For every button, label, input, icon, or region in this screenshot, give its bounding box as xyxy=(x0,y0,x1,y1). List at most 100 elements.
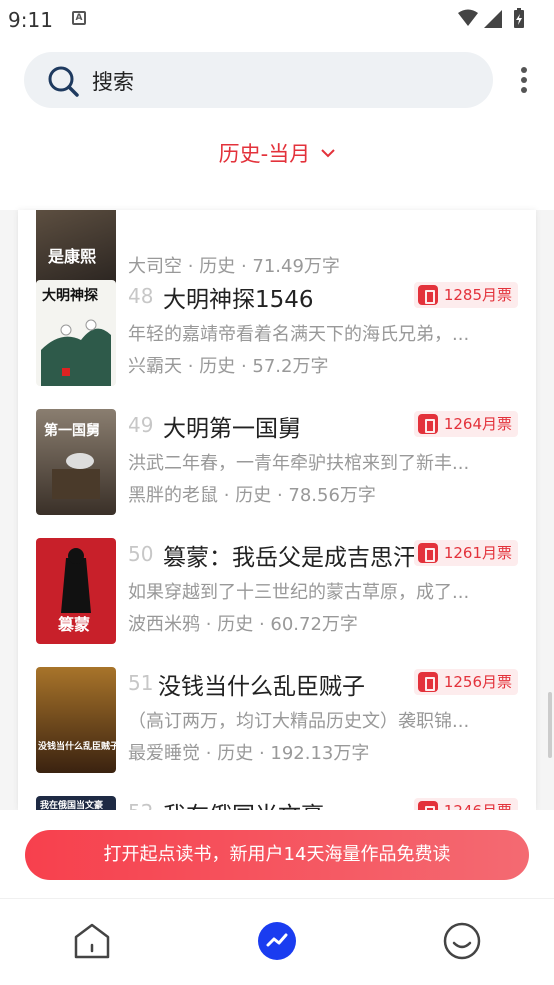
book-title[interactable]: 我在俄国当文豪 xyxy=(163,796,324,810)
bottom-tab-bar xyxy=(0,898,554,985)
votes-label: 1261月票 xyxy=(443,544,512,562)
book-author: 大司空 xyxy=(128,256,182,277)
book-title[interactable]: 篡蒙：我岳父是成吉思汗 xyxy=(163,538,421,572)
meta-separator: · xyxy=(187,256,194,277)
cover-image: 是康熙 xyxy=(47,247,96,266)
book-title[interactable]: 没钱当什么乱臣贼子 xyxy=(158,667,365,701)
meta-separator: · xyxy=(240,356,247,377)
search-row: 搜索 xyxy=(0,52,554,108)
list-item[interactable]: 第一国舅 49 大明第一国舅 1264月票 洪武二年春，一青年牵驴扶棺来到了新丰… xyxy=(18,409,536,525)
cover-image: 大明神探 xyxy=(41,287,111,386)
notification-icon: A xyxy=(72,11,86,25)
status-bar: 9:11 A xyxy=(0,0,554,38)
ticket-icon xyxy=(417,672,438,692)
book-genre: 历史 xyxy=(199,256,236,277)
book-description: 如果穿越到了十三世纪的蒙古草原，成了... xyxy=(128,582,470,603)
book-title[interactable]: 大明第一国舅 xyxy=(163,409,301,443)
home-icon xyxy=(74,923,110,959)
monthly-votes-badge: 1261月票 xyxy=(413,540,518,566)
cover-title: 篡蒙 xyxy=(58,615,90,634)
book-rank: 49 xyxy=(128,413,154,437)
cover-title: 第一国舅 xyxy=(44,422,100,439)
book-description: （高订两万，均订大精品历史文）袭职锦... xyxy=(128,711,470,732)
book-words: 192.13万字 xyxy=(270,743,370,764)
book-ranking-list: 是康熙 大司空 · 历史 · 71.49万字 大明神探 48 大明神探1546 … xyxy=(18,210,536,810)
book-title[interactable]: 大明神探1546 xyxy=(163,280,314,314)
meta-separator: · xyxy=(223,485,230,506)
cover-image: 第一国舅 xyxy=(44,422,100,499)
cover-title: 我在俄国当文豪 xyxy=(40,799,103,810)
cover-image: 篡蒙 xyxy=(58,548,91,634)
book-words: 71.49万字 xyxy=(252,256,340,277)
book-cover: 没钱当什么乱臣贼子 xyxy=(36,667,116,773)
list-item[interactable]: 我在俄国当文豪 52 我在俄国当文豪 1246月票 xyxy=(18,796,536,810)
meta-separator: · xyxy=(240,256,247,277)
book-rank: 51 xyxy=(128,671,154,695)
search-input[interactable]: 搜索 xyxy=(24,52,493,108)
tab-rank[interactable] xyxy=(257,921,297,961)
more-menu-icon[interactable] xyxy=(520,66,528,94)
book-description: 年轻的嘉靖帝看着名满天下的海氏兄弟，... xyxy=(128,324,470,345)
tab-me[interactable] xyxy=(442,921,482,961)
book-cover: 大明神探 xyxy=(36,280,116,386)
book-genre: 历史 xyxy=(199,356,236,377)
monthly-votes-badge: 1256月票 xyxy=(413,669,518,695)
ticket-icon xyxy=(417,543,438,563)
meta-separator: · xyxy=(258,614,265,635)
list-item[interactable]: 没钱当什么乱臣贼子 51 没钱当什么乱臣贼子 1256月票 （高订两万，均订大精… xyxy=(18,667,536,783)
meta-separator: · xyxy=(258,743,265,764)
book-meta: 大司空 · 历史 · 71.49万字 xyxy=(128,252,340,278)
book-cover: 第一国舅 xyxy=(36,409,116,515)
monthly-votes-badge: 1264月票 xyxy=(413,411,518,437)
book-author: 波西米鸦 xyxy=(128,614,200,635)
cta-area: 打开起点读书，新用户14天海量作品免费读 xyxy=(0,810,554,898)
meta-separator: · xyxy=(187,356,194,377)
book-author: 黑胖的老鼠 xyxy=(128,485,218,506)
scrollbar-thumb[interactable] xyxy=(548,692,552,758)
open-app-button[interactable]: 打开起点读书，新用户14天海量作品免费读 xyxy=(25,830,529,880)
cover-title: 是康熙 xyxy=(47,247,96,266)
book-author: 兴霸天 xyxy=(128,356,182,377)
votes-label: 1256月票 xyxy=(443,673,512,691)
book-meta: 黑胖的老鼠 · 历史 · 78.56万字 xyxy=(128,481,376,507)
list-item[interactable]: 大明神探 48 大明神探1546 1285月票 年轻的嘉靖帝看着名满天下的海氏兄… xyxy=(18,280,536,396)
book-cover: 篡蒙 xyxy=(36,538,116,644)
cover-image: 没钱当什么乱臣贼子 xyxy=(38,740,116,752)
votes-label: 1264月票 xyxy=(443,415,512,433)
book-rank: 48 xyxy=(128,284,154,308)
list-item[interactable]: 篡蒙 50 篡蒙：我岳父是成吉思汗 1261月票 如果穿越到了十三世纪的蒙古草原… xyxy=(18,538,536,654)
category-filter[interactable]: 历史-当月 xyxy=(0,138,554,178)
chevron-down-icon xyxy=(321,149,336,158)
book-meta: 波西米鸦 · 历史 · 60.72万字 xyxy=(128,610,358,636)
book-words: 57.2万字 xyxy=(252,356,329,377)
tab-home[interactable] xyxy=(72,921,112,961)
ticket-icon xyxy=(417,801,438,810)
meta-separator: · xyxy=(205,614,212,635)
book-description: 洪武二年春，一青年牵驴扶棺来到了新丰... xyxy=(128,453,470,474)
votes-label: 1246月票 xyxy=(444,802,512,810)
status-time: 9:11 xyxy=(8,8,53,32)
book-genre: 历史 xyxy=(235,485,272,506)
ticket-icon xyxy=(417,414,438,434)
book-rank: 50 xyxy=(128,542,154,566)
votes-label: 1285月票 xyxy=(443,286,512,304)
book-genre: 历史 xyxy=(217,614,254,635)
smile-icon xyxy=(443,922,481,960)
meta-separator: · xyxy=(276,485,283,506)
book-meta: 最爱睡觉 · 历史 · 192.13万字 xyxy=(128,739,369,765)
ticket-icon xyxy=(417,285,438,305)
book-cover: 我在俄国当文豪 xyxy=(36,796,116,810)
book-cover: 是康熙 xyxy=(36,210,116,286)
cover-image: 我在俄国当文豪 xyxy=(40,799,103,810)
cover-title: 大明神探 xyxy=(42,287,98,304)
trend-icon xyxy=(258,922,296,960)
monthly-votes-badge: 1285月票 xyxy=(413,282,518,308)
book-words: 78.56万字 xyxy=(288,485,376,506)
monthly-votes-badge: 1246月票 xyxy=(413,798,518,810)
search-icon xyxy=(48,66,79,97)
book-meta: 兴霸天 · 历史 · 57.2万字 xyxy=(128,352,328,378)
system-icons xyxy=(456,8,542,34)
book-author: 最爱睡觉 xyxy=(128,743,200,764)
book-words: 60.72万字 xyxy=(270,614,358,635)
search-placeholder: 搜索 xyxy=(92,70,134,94)
